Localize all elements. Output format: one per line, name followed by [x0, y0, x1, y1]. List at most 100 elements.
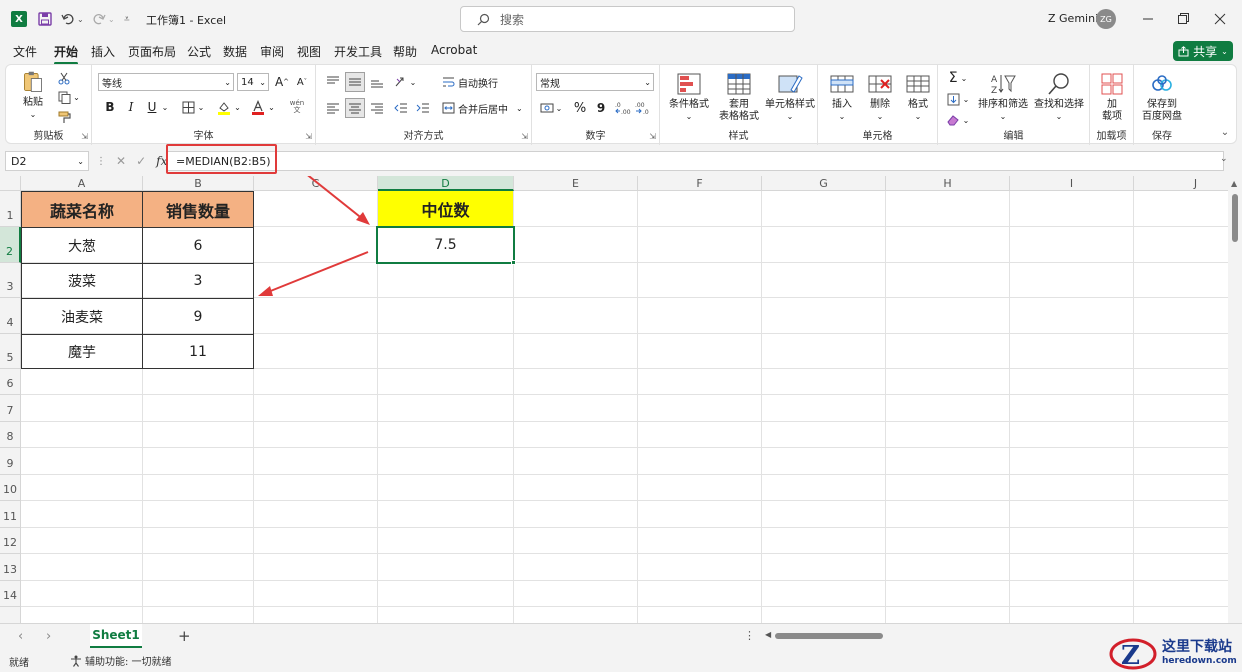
font-color-button[interactable]: ⌄	[248, 98, 278, 116]
phonetic-icon[interactable]: wén 文	[284, 98, 310, 116]
align-left-icon[interactable]	[324, 99, 342, 117]
sheet-tab-sheet1[interactable]: Sheet1	[90, 624, 142, 648]
accessibility-label: 辅助功能: 一切就绪	[85, 657, 172, 668]
tab-file[interactable]: 文件	[13, 43, 37, 60]
fill-color-button[interactable]: ⌄	[214, 98, 244, 116]
clear-chevron-icon: ⌄	[962, 115, 970, 125]
borders-button[interactable]: ⌄	[178, 98, 208, 116]
merge-center-button[interactable]: 合并后居中 ⌄	[442, 99, 526, 117]
undo-dropdown-icon[interactable]: ⌄	[77, 10, 84, 28]
tab-data[interactable]: 数据	[223, 43, 247, 60]
tab-split-handle-icon[interactable]: ⋮	[744, 629, 755, 642]
tab-insert[interactable]: 插入	[91, 43, 115, 60]
align-center-icon[interactable]	[345, 98, 365, 118]
accounting-format-button[interactable]: ⌄	[536, 99, 566, 117]
sort-filter-button[interactable]: AZ 排序和筛选 ⌄	[976, 69, 1030, 125]
save-to-baidu-button[interactable]: 保存到 百度网盘	[1136, 69, 1188, 125]
search-input[interactable]: 搜索	[460, 6, 795, 32]
restore-icon[interactable]	[1177, 10, 1193, 28]
conditional-formatting-button[interactable]: 条件格式 ⌄	[664, 69, 714, 125]
orientation-button[interactable]: ⌄	[392, 73, 418, 91]
clipboard-launcher-icon[interactable]: ⇲	[81, 132, 88, 141]
italic-button[interactable]: I	[123, 98, 139, 116]
number-format-select[interactable]: 常规 ⌄	[536, 73, 654, 91]
fill-down-icon	[947, 93, 960, 105]
wrap-text-button[interactable]: 自动换行	[442, 73, 502, 91]
underline-chevron-icon[interactable]: ⌄	[160, 100, 170, 114]
vertical-scroll-thumb[interactable]	[1232, 194, 1238, 242]
previous-sheet-icon[interactable]: ‹	[18, 629, 23, 644]
formula-input[interactable]: =MEDIAN(B2:B5)	[167, 151, 1224, 171]
horizontal-scroll-thumb[interactable]	[775, 633, 883, 639]
user-name[interactable]: Z Gemini	[1048, 12, 1098, 25]
customize-toolbar-icon[interactable]: ⩡	[124, 10, 130, 28]
tab-acrobat[interactable]: Acrobat	[431, 43, 477, 57]
insert-cells-button[interactable]: 插入 ⌄	[824, 69, 860, 125]
align-bottom-icon[interactable]	[368, 73, 386, 91]
bold-button[interactable]: B	[102, 98, 118, 116]
horizontal-scrollbar[interactable]: ◀	[765, 630, 895, 640]
tab-page-layout[interactable]: 页面布局	[128, 43, 176, 60]
collapse-ribbon-icon[interactable]: ⌄	[1218, 125, 1232, 139]
font-size-select[interactable]: 14 ⌄	[237, 73, 269, 91]
redo-dropdown-icon[interactable]: ⌄	[108, 10, 115, 28]
align-right-icon[interactable]	[368, 99, 386, 117]
accessibility-status[interactable]: 辅助功能: 一切就绪	[70, 653, 172, 668]
format-painter-icon[interactable]	[56, 109, 72, 125]
addins-group-label: 加载项	[1096, 131, 1127, 142]
conditional-formatting-icon	[677, 73, 701, 94]
name-box[interactable]: D2 ⌄	[5, 151, 89, 171]
font-name-select[interactable]: 等线 ⌄	[98, 73, 234, 91]
vertical-scrollbar[interactable]: ▲	[1228, 176, 1242, 623]
minimize-icon[interactable]	[1142, 10, 1158, 28]
svg-text:.00: .00	[621, 109, 631, 115]
worksheet-grid[interactable]: A B C D E F G H I J 1 2 3 4 5 6 7 8 9 10…	[0, 176, 1228, 623]
alignment-launcher-icon[interactable]: ⇲	[521, 132, 528, 141]
save-icon[interactable]	[38, 10, 52, 28]
tab-view[interactable]: 视图	[297, 43, 321, 60]
number-launcher-icon[interactable]: ⇲	[649, 132, 656, 141]
font-launcher-icon[interactable]: ⇲	[305, 132, 312, 141]
scroll-up-icon[interactable]: ▲	[1231, 179, 1237, 188]
avatar[interactable]: ZG	[1096, 9, 1116, 29]
expand-formula-icon[interactable]: ⌄	[1220, 154, 1228, 164]
enter-icon[interactable]: ✓	[136, 154, 146, 168]
cancel-icon[interactable]: ✕	[116, 154, 126, 168]
increase-indent-icon[interactable]	[414, 99, 432, 117]
addins-button[interactable]: 加 载项	[1094, 69, 1130, 125]
copy-button[interactable]: ⌄	[54, 89, 84, 105]
delete-cells-button[interactable]: 删除 ⌄	[862, 69, 898, 125]
fill-button[interactable]: ⌄	[944, 90, 972, 108]
add-sheet-button[interactable]: +	[178, 627, 191, 645]
underline-button[interactable]: U	[144, 98, 160, 116]
next-sheet-icon[interactable]: ›	[46, 629, 51, 644]
scroll-left-icon[interactable]: ◀	[765, 630, 771, 639]
grow-font-button[interactable]: A ^	[273, 73, 291, 91]
find-select-button[interactable]: 查找和选择 ⌄	[1032, 69, 1086, 125]
close-icon[interactable]	[1214, 10, 1230, 28]
align-top-icon[interactable]	[324, 73, 342, 91]
decrease-decimal-icon[interactable]: .00.0	[634, 99, 652, 117]
paste-button[interactable]: 粘贴 ⌄	[14, 69, 52, 121]
undo-icon[interactable]	[61, 10, 75, 28]
borders-icon	[182, 101, 195, 113]
align-middle-icon[interactable]	[345, 72, 365, 92]
shrink-font-button[interactable]: Aˇ	[293, 73, 311, 91]
autosum-button[interactable]: Σ ⌄	[944, 69, 972, 87]
decrease-indent-icon[interactable]	[392, 99, 410, 117]
cut-icon[interactable]	[56, 70, 72, 86]
format-cells-button[interactable]: 格式 ⌄	[900, 69, 936, 125]
redo-icon[interactable]	[92, 10, 106, 28]
percent-button[interactable]: %	[572, 99, 588, 117]
increase-decimal-icon[interactable]: .0.00	[614, 99, 632, 117]
cell-styles-button[interactable]: 单元格样式 ⌄	[764, 69, 816, 125]
cells-group-label: 单元格	[862, 131, 893, 142]
tab-developer[interactable]: 开发工具	[334, 43, 382, 60]
format-as-table-button[interactable]: 套用 表格格式	[714, 69, 764, 125]
tab-formulas[interactable]: 公式	[187, 43, 211, 60]
share-button[interactable]: 共享 ⌄	[1173, 41, 1233, 61]
tab-review[interactable]: 审阅	[260, 43, 284, 60]
comma-style-button[interactable]: 9	[594, 99, 608, 117]
tab-home[interactable]: 开始	[54, 43, 79, 65]
tab-help[interactable]: 帮助	[393, 43, 417, 60]
